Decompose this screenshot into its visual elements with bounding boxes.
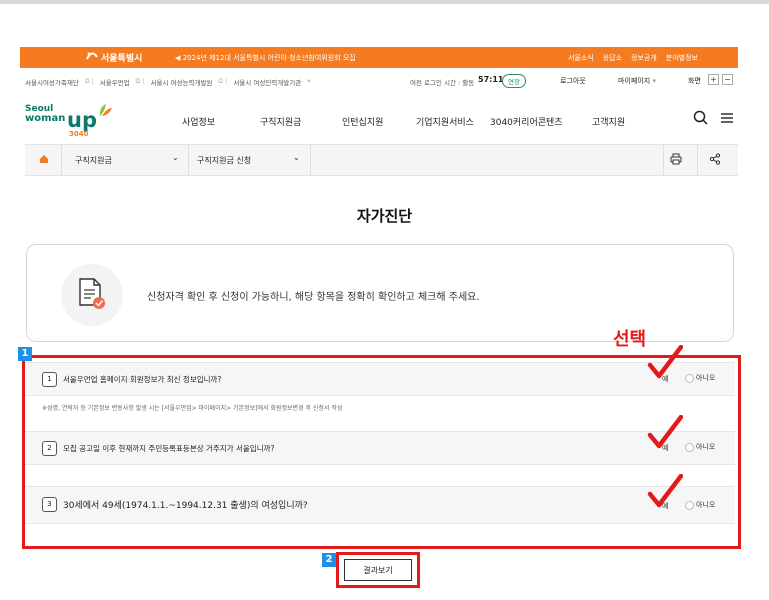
- step-badge-2: 2: [322, 553, 336, 567]
- session-timer: 57:11: [478, 75, 504, 84]
- mypage-label: 마이페이지: [618, 77, 651, 85]
- no-label: 아니오: [696, 501, 716, 509]
- top-link-response[interactable]: 응답소: [603, 53, 622, 63]
- leaf-icon: [97, 102, 113, 122]
- external-link-icon: ⧉ |: [135, 77, 145, 85]
- step-badge-1: 1: [18, 347, 32, 361]
- chevron-down-icon: ⌄: [293, 153, 300, 162]
- seoul-logo-text: 서울특별시: [101, 54, 143, 64]
- divider: [663, 145, 664, 175]
- nav-job-subsidy[interactable]: 구직지원금: [260, 115, 301, 128]
- site-link-foundation[interactable]: 서울시여성가족재단: [25, 77, 79, 87]
- extend-session-button[interactable]: 연장: [502, 74, 526, 88]
- site-link-development[interactable]: 서울시 여성능력개발원: [151, 77, 213, 87]
- checkmark-icon: [647, 414, 684, 455]
- question-row-2: 2 모집 공고일 이후 현재까지 주민등록표등본상 거주지가 서울입니까?: [25, 431, 735, 465]
- chevron-down-icon: ▾: [652, 77, 656, 85]
- question-row-3: 3 30세에서 49세(1974.1.1.~1994.12.31 출생)의 여성…: [25, 486, 735, 524]
- question-number: 2: [42, 441, 57, 456]
- nav-career-content[interactable]: 3040커리어콘텐츠: [490, 115, 563, 128]
- document-check-icon: [77, 277, 107, 315]
- divider: [310, 145, 311, 175]
- nav-company-service[interactable]: 기업지원서비스: [416, 115, 474, 128]
- checkmark-icon: [647, 473, 684, 514]
- breadcrumb-dropdown-2[interactable]: 구직지원금 신청: [197, 155, 251, 166]
- seoul-city-logo[interactable]: 서울특별시: [86, 51, 142, 64]
- zoom-out-button[interactable]: −: [722, 74, 733, 85]
- seoul-logo-icon: [86, 51, 98, 64]
- site-header: Seoul woman up 3040 사업정보 구직지원금 인턴십지원 기업지…: [20, 98, 738, 142]
- nav-customer-support[interactable]: 고객지원: [592, 115, 625, 128]
- radio-circle: [685, 500, 694, 510]
- zoom-in-button[interactable]: +: [708, 74, 719, 85]
- chevron-down-icon: ⌄: [172, 153, 179, 162]
- info-message: 신청자격 확인 후 신청이 가능하니, 해당 항목을 정확히 확인하고 체크해 …: [147, 292, 480, 303]
- radio-no-1[interactable]: 아니오: [685, 373, 715, 383]
- family-sites: 서울시여성가족재단 ⧉ | 서울우먼업 ⧉ | 서울시 여성능력개발원 ⧉ | 서울시…: [25, 77, 310, 87]
- login-time-label: 여전 로그인 시간 : 활동: [410, 79, 475, 87]
- site-link-womanup[interactable]: 서울우먼업: [100, 77, 130, 87]
- screen-label: 화면: [688, 77, 701, 85]
- no-label: 아니오: [696, 443, 716, 451]
- radio-no-2[interactable]: 아니오: [685, 442, 715, 452]
- view-result-button[interactable]: 결과보기: [344, 559, 412, 581]
- top-links: 서울소식 응답소 정보공개 분야별정보: [568, 53, 698, 63]
- logo-woman-text: woman: [25, 113, 66, 124]
- question-text: 서울우먼업 홈페이지 회원정보가 최신 정보입니까?: [63, 375, 222, 384]
- nav-internship[interactable]: 인턴십지원: [342, 115, 383, 128]
- external-link-icon: ⧉ |: [218, 77, 228, 85]
- top-link-info-open[interactable]: 정보공개: [631, 53, 657, 63]
- question-row-1: 1 서울우먼업 홈페이지 회원정보가 최신 정보입니까?: [25, 362, 735, 396]
- no-label: 아니오: [696, 374, 716, 382]
- mypage-link[interactable]: 마이페이지 ▾: [618, 76, 656, 86]
- top-link-by-field[interactable]: 분야별정보: [666, 53, 698, 63]
- top-notice[interactable]: ◀ 2024년 제12대 서울특별시 어린이·청소년참여위원회 모집: [175, 53, 356, 63]
- radio-circle: [685, 442, 694, 452]
- divider: [697, 145, 698, 175]
- radio-circle: [685, 373, 694, 383]
- question-number: 3: [42, 497, 57, 512]
- logo-3040-text: 3040: [69, 130, 89, 138]
- divider: [188, 145, 189, 175]
- radio-no-3[interactable]: 아니오: [685, 500, 715, 510]
- top-notice-text: 2024년 제12대 서울특별시 어린이·청소년참여위원회 모집: [182, 54, 356, 62]
- womanup-logo[interactable]: Seoul woman up 3040: [25, 102, 125, 138]
- select-annotation: 선택: [613, 329, 647, 350]
- print-icon[interactable]: [670, 153, 682, 167]
- share-icon[interactable]: [709, 153, 721, 167]
- home-icon[interactable]: [39, 154, 49, 166]
- breadcrumb: 구직지원금 ⌄ 구직지원금 신청 ⌄: [25, 144, 738, 176]
- menu-icon[interactable]: [720, 110, 734, 129]
- nav-business-info[interactable]: 사업정보: [182, 115, 215, 128]
- utility-bar: 서울시여성가족재단 ⧉ | 서울우먼업 ⧉ | 서울시 여성능력개발원 ⧉ | 서울시…: [20, 74, 738, 90]
- site-link-institutions[interactable]: 서울시 여성인력개발기관: [233, 77, 301, 87]
- page-title: 자가진단: [356, 207, 413, 225]
- external-link-icon: ⧉ |: [84, 77, 94, 85]
- divider: [61, 145, 62, 175]
- checkmark-icon: [647, 344, 684, 385]
- logout-link[interactable]: 로그아웃: [560, 76, 586, 86]
- question-text: 모집 공고일 이후 현재까지 주민등록표등본상 거주지가 서울입니까?: [63, 444, 275, 453]
- top-link-news[interactable]: 서울소식: [568, 53, 594, 63]
- browser-top-line: [0, 0, 769, 4]
- question-number: 1: [42, 372, 57, 387]
- top-bar: 서울특별시 ◀ 2024년 제12대 서울특별시 어린이·청소년참여위원회 모집…: [20, 47, 738, 68]
- question-text: 30세에서 49세(1974.1.1.~1994.12.31 출생)의 여성입니…: [63, 501, 308, 511]
- search-icon[interactable]: [693, 110, 708, 129]
- question-note: ※성명, 연락처 등 기본정보 변동사항 발생 시는 [서울우먼업> 마이페이지…: [42, 405, 343, 412]
- chevron-down-icon: ▾: [307, 77, 311, 85]
- breadcrumb-dropdown-1[interactable]: 구직지원금: [75, 155, 112, 166]
- logo-up-text: up: [67, 108, 97, 132]
- megaphone-icon: ◀: [175, 54, 181, 62]
